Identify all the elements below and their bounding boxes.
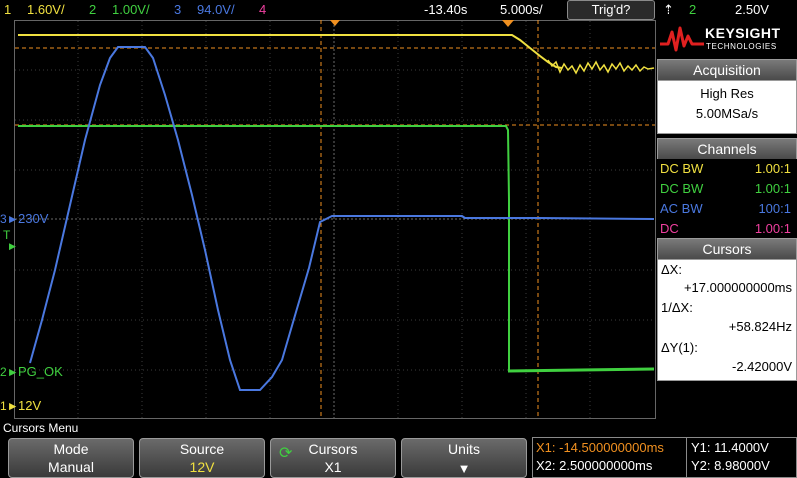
ch3-number[interactable]: 3 (174, 2, 181, 17)
mode-softkey-label: Mode (53, 441, 89, 457)
ch3-coupling: AC BW (660, 201, 703, 216)
ch2-scale[interactable]: 1.00V/ (112, 2, 150, 17)
submenu-arrow-icon: ▼ (457, 461, 471, 476)
delta-y-value: -2.42000V (732, 359, 792, 374)
source-softkey-value: 12V (189, 459, 215, 475)
ch1-marker-arrow-icon: ► (6, 399, 19, 413)
acquisition-mode: High Res (700, 86, 754, 101)
ch1-label: 12V (18, 398, 42, 413)
ch2-trace (18, 125, 511, 372)
units-softkey-label: Units (448, 441, 480, 457)
waveform-display[interactable]: 3► 230V T ▶ 2► PG_OK 1► 12V (0, 20, 657, 420)
waveform-svg (14, 20, 656, 419)
delta-x-value-row: +17.000000000ms (658, 278, 796, 298)
ch1-number[interactable]: 1 (4, 2, 11, 17)
ch1-probe: 1.00:1 (754, 161, 791, 176)
channel-row-2[interactable]: DC BW 1.00:1 (657, 179, 797, 199)
trigger-status-button[interactable]: Trig'd? (567, 0, 655, 20)
time-reference-marker (330, 20, 340, 26)
delta-x-label: ΔX: (661, 262, 682, 277)
trigger-level[interactable]: 2.50V (735, 2, 769, 17)
trigger-level-marker-icon[interactable]: T (3, 228, 10, 242)
time-offset[interactable]: -13.40s (424, 2, 467, 17)
ch2-marker-arrow-icon: ► (6, 365, 19, 379)
readout-divider (686, 438, 687, 477)
inv-delta-x-label-row: 1/ΔX: (658, 298, 796, 318)
graticule-center-axes (15, 21, 655, 418)
mode-softkey-value: Manual (48, 459, 94, 475)
channel-row-1[interactable]: DC BW 1.00:1 (657, 159, 797, 179)
cursors-softkey[interactable]: ⟳ Cursors X1 (270, 438, 396, 478)
ch3-label: 230V (18, 211, 49, 226)
inv-delta-x-label: 1/ΔX: (661, 300, 693, 315)
cursor-readout: X1: -14.500000000ms X2: 2.500000000ms Y1… (532, 437, 797, 478)
ch3-ground-marker[interactable]: 3► (0, 212, 19, 226)
cursors-header[interactable]: Cursors (657, 238, 797, 260)
ch3-marker-arrow-icon: ► (6, 212, 19, 226)
cursors-box[interactable]: ΔX: +17.000000000ms 1/ΔX: +58.824Hz ΔY(1… (657, 259, 797, 381)
trigger-position-marker (502, 20, 514, 27)
channel-row-3[interactable]: AC BW 100:1 (657, 199, 797, 219)
inv-delta-x-value-row: +58.824Hz (658, 317, 796, 337)
ch2-marker-number: 2 (0, 365, 7, 379)
ch3-probe: 100:1 (758, 201, 791, 216)
ch1-ground-marker[interactable]: 1► (0, 399, 19, 413)
ch2-label: PG_OK (18, 364, 63, 379)
ch3-scale[interactable]: 94.0V/ (197, 2, 235, 17)
menu-title: Cursors Menu (0, 420, 797, 436)
keysight-wave-icon (660, 26, 704, 52)
softkey-bar: Mode Manual Source 12V ⟳ Cursors X1 Unit… (0, 437, 797, 478)
ch2-probe: 1.00:1 (754, 181, 791, 196)
x1-readout: X1: -14.500000000ms (536, 440, 664, 455)
trigger-edge-icon: ⇡ (663, 2, 674, 17)
acquisition-rate: 5.00MSa/s (695, 106, 759, 121)
inv-delta-x-value: +58.824Hz (728, 319, 792, 334)
x2-readout: X2: 2.500000000ms (536, 458, 653, 473)
delta-x-label-row: ΔX: (658, 260, 796, 280)
ch1-scale[interactable]: 1.60V/ (27, 2, 65, 17)
cursors-softkey-label: Cursors (308, 441, 358, 457)
status-bar: 1 1.60V/ 2 1.00V/ 3 94.0V/ 4 -13.40s 5.0… (0, 0, 797, 20)
ch4-coupling: DC (660, 221, 679, 236)
channel-row-4[interactable]: DC 1.00:1 (657, 219, 797, 239)
trigger-arrow-icon: ▶ (9, 241, 16, 251)
ch2-coupling: DC BW (660, 181, 704, 196)
delta-x-value: +17.000000000ms (683, 280, 792, 295)
y1-readout: Y1: 11.4000V (691, 440, 769, 455)
ch4-number[interactable]: 4 (259, 2, 266, 17)
y2-readout: Y2: 8.98000V (691, 458, 770, 473)
acquisition-header[interactable]: Acquisition (657, 59, 797, 81)
timebase[interactable]: 5.000s/ (500, 2, 543, 17)
ch3-marker-number: 3 (0, 212, 7, 226)
ch1-marker-number: 1 (0, 399, 7, 413)
ch4-probe: 1.00:1 (754, 221, 791, 236)
mode-softkey[interactable]: Mode Manual (8, 438, 134, 478)
trigger-source[interactable]: 2 (689, 2, 696, 17)
side-panel: KEYSIGHT TECHNOLOGIES Acquisition High R… (657, 20, 797, 420)
source-softkey[interactable]: Source 12V (139, 438, 265, 478)
ch1-trace (18, 34, 563, 69)
delta-y-value-row: -2.42000V (658, 357, 796, 377)
acquisition-box[interactable]: High Res 5.00MSa/s (657, 80, 797, 134)
ch2-number[interactable]: 2 (89, 2, 96, 17)
keysight-logo: KEYSIGHT TECHNOLOGIES (657, 20, 797, 58)
delta-y-label-row: ΔY(1): (658, 338, 796, 358)
logo-subtext: TECHNOLOGIES (706, 42, 777, 51)
logo-text: KEYSIGHT (705, 25, 781, 41)
source-softkey-label: Source (179, 441, 225, 457)
channels-header[interactable]: Channels (657, 138, 797, 160)
ch1-trace-noise (547, 59, 655, 75)
units-softkey[interactable]: Units ▼ (401, 438, 527, 478)
ch2-ground-marker[interactable]: 2► (0, 365, 19, 379)
ch1-coupling: DC BW (660, 161, 704, 176)
delta-y-label: ΔY(1): (661, 340, 698, 355)
ch2-trace-low (507, 367, 655, 373)
cursors-softkey-value: X1 (324, 459, 342, 475)
